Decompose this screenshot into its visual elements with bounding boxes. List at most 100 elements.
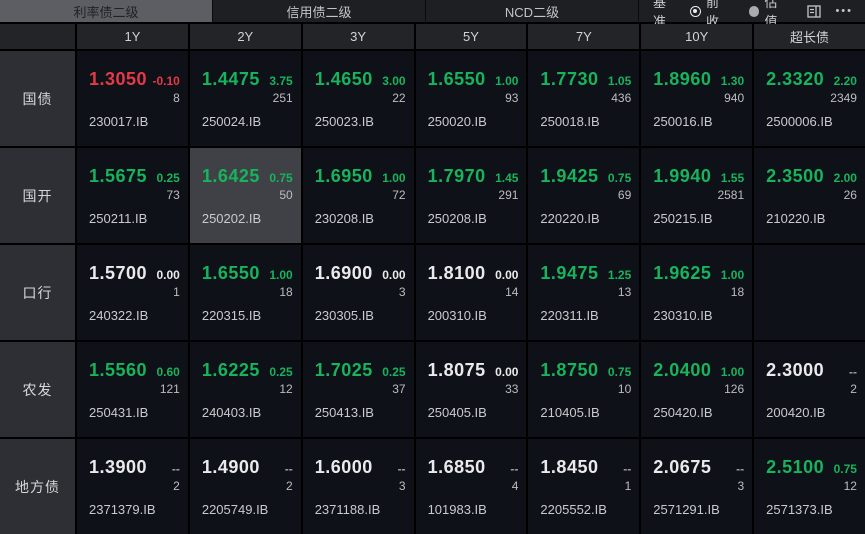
bond-cell-adbc-1y[interactable]: 1.5560 0.60 121 250431.IB xyxy=(77,342,188,437)
volume-value: 121 xyxy=(159,382,180,396)
bond-cell-exim-10y[interactable]: 1.9625 1.00 18 230310.IB xyxy=(641,245,753,340)
column-header-5y: 5Y xyxy=(415,24,527,49)
volume-value: 93 xyxy=(505,91,519,105)
yield-value: 1.6425 xyxy=(201,166,260,186)
volume-value: 33 xyxy=(505,382,519,396)
volume-value: 251 xyxy=(272,91,293,105)
bond-cell-cdb-1y[interactable]: 1.5675 0.25 73 250211.IB xyxy=(77,148,188,243)
bond-code: 240403.IB xyxy=(201,405,262,420)
change-value: -- xyxy=(284,462,293,476)
yield-value: 1.6950 xyxy=(314,166,373,186)
bond-cell-exim-ultra-long[interactable] xyxy=(754,245,865,340)
volume-value: 12 xyxy=(279,382,293,396)
bond-cell-cdb-ultra-long[interactable]: 2.3500 2.00 26 210220.IB xyxy=(754,148,865,243)
yield-value: 1.9940 xyxy=(653,166,712,186)
bond-code: 230310.IB xyxy=(653,308,713,323)
row-label-adbc: 农发 xyxy=(0,342,75,437)
bond-code: 250208.IB xyxy=(427,211,487,226)
yield-value: 2.3500 xyxy=(766,166,825,186)
bond-cell-cdb-10y[interactable]: 1.9940 1.55 2581 250215.IB xyxy=(641,148,753,243)
bond-cell-treasury-2y[interactable]: 1.4475 3.75 251 250024.IB xyxy=(189,51,301,146)
bond-cell-treasury-ultra-long[interactable]: 2.3320 2.20 2349 2500006.IB xyxy=(754,51,865,146)
bond-cell-adbc-5y[interactable]: 1.8075 0.00 33 250405.IB xyxy=(415,342,527,437)
bond-code: 250211.IB xyxy=(89,211,148,226)
bond-cell-cdb-3y[interactable]: 1.6950 1.00 72 230208.IB xyxy=(302,148,414,243)
bond-cell-adbc-3y[interactable]: 1.7025 0.25 37 250413.IB xyxy=(302,342,414,437)
bond-code: 2571373.IB xyxy=(766,502,833,517)
bond-cell-exim-3y[interactable]: 1.6900 0.00 3 230305.IB xyxy=(302,245,414,340)
change-value: 0.00 xyxy=(382,268,406,282)
volume-value: 3 xyxy=(398,479,406,493)
yield-value: 1.6550 xyxy=(427,69,486,89)
yield-value: 1.5675 xyxy=(89,166,148,186)
volume-value: 4 xyxy=(511,479,519,493)
yield-value: 1.7025 xyxy=(314,360,373,380)
radio-valuation-icon xyxy=(748,5,760,17)
bond-code: 2371379.IB xyxy=(89,502,156,517)
volume-value: 126 xyxy=(724,382,745,396)
bond-cell-treasury-10y[interactable]: 1.8960 1.30 940 250016.IB xyxy=(641,51,753,146)
column-header-1y: 1Y xyxy=(77,24,188,49)
bond-cell-exim-1y[interactable]: 1.5700 0.00 1 240322.IB xyxy=(77,245,188,340)
bond-cell-local-gov-5y[interactable]: 1.6850 -- 4 101983.IB xyxy=(415,439,527,534)
bond-cell-treasury-3y[interactable]: 1.4650 3.00 22 250023.IB xyxy=(302,51,414,146)
panel-layout-icon[interactable] xyxy=(807,4,822,18)
change-value: 0.25 xyxy=(382,365,406,379)
yield-value: 1.8075 xyxy=(427,360,486,380)
bond-cell-exim-5y[interactable]: 1.8100 0.00 14 200310.IB xyxy=(415,245,527,340)
change-value: 1.05 xyxy=(607,74,632,88)
bond-cell-local-gov-3y[interactable]: 1.6000 -- 3 2371188.IB xyxy=(302,439,414,534)
benchmark-group: 基准 前收 估值 xyxy=(653,0,807,29)
bond-cell-adbc-10y[interactable]: 2.0400 1.00 126 250420.IB xyxy=(641,342,753,437)
yield-value: 1.4475 xyxy=(201,69,260,89)
bond-cell-local-gov-1y[interactable]: 1.3900 -- 2 2371379.IB xyxy=(77,439,188,534)
change-value: 3.00 xyxy=(382,74,406,88)
bond-cell-local-gov-2y[interactable]: 1.4900 -- 2 2205749.IB xyxy=(189,439,301,534)
bond-cell-cdb-2y[interactable]: 1.6425 0.75 50 250202.IB xyxy=(189,148,301,243)
yield-value: 1.7730 xyxy=(540,69,599,89)
yield-value: 1.5700 xyxy=(89,263,148,283)
bond-cell-cdb-5y[interactable]: 1.7970 1.45 291 250208.IB xyxy=(415,148,527,243)
more-icon[interactable]: ••• xyxy=(835,5,853,17)
bond-cell-treasury-5y[interactable]: 1.6550 1.00 93 250020.IB xyxy=(415,51,527,146)
change-value: 0.25 xyxy=(156,171,180,185)
bond-cell-local-gov-7y[interactable]: 1.8450 -- 1 2205552.IB xyxy=(528,439,640,534)
yield-value: 1.9625 xyxy=(653,263,712,283)
yield-value: 2.3320 xyxy=(766,69,825,89)
bond-cell-treasury-1y[interactable]: 1.3050 -0.10 8 230017.IB xyxy=(77,51,188,146)
volume-value: 73 xyxy=(166,188,180,202)
bond-code: 230208.IB xyxy=(314,211,374,226)
change-value: 1.00 xyxy=(382,171,406,185)
bond-cell-adbc-ultra-long[interactable]: 2.3000 -- 2 200420.IB xyxy=(754,342,865,437)
tab-interest-rate-bond-secondary[interactable]: 利率债二级 xyxy=(0,0,213,22)
volume-value: 2581 xyxy=(717,188,745,202)
bond-cell-exim-7y[interactable]: 1.9475 1.25 13 220311.IB xyxy=(528,245,640,340)
bond-cell-cdb-7y[interactable]: 1.9425 0.75 69 220220.IB xyxy=(528,148,640,243)
tab-credit-bond-secondary[interactable]: 信用债二级 xyxy=(213,0,426,22)
bond-code: 250018.IB xyxy=(540,114,600,129)
bond-cell-exim-2y[interactable]: 1.6550 1.00 18 220315.IB xyxy=(189,245,301,340)
volume-value: 2 xyxy=(173,479,180,493)
change-value: 1.25 xyxy=(607,268,632,282)
tab-ncd-secondary[interactable]: NCD二级 xyxy=(426,0,639,22)
change-value: 0.75 xyxy=(607,171,632,185)
change-value: 0.25 xyxy=(269,365,293,379)
volume-value: 18 xyxy=(279,285,293,299)
change-value: -- xyxy=(397,462,406,476)
bond-cell-adbc-7y[interactable]: 1.8750 0.75 10 210405.IB xyxy=(528,342,640,437)
yield-value: 1.7970 xyxy=(427,166,486,186)
top-tab-bar: 利率债二级 信用债二级 NCD二级 基准 前收 估值 ••• xyxy=(0,0,865,29)
change-value: 2.20 xyxy=(833,74,857,88)
bond-code: 250023.IB xyxy=(314,114,374,129)
bond-cell-adbc-2y[interactable]: 1.6225 0.25 12 240403.IB xyxy=(189,342,301,437)
volume-value: 2349 xyxy=(830,91,857,105)
bond-cell-local-gov-ultra-long[interactable]: 2.5100 0.75 12 2571373.IB xyxy=(754,439,865,534)
volume-value: 1 xyxy=(624,479,632,493)
volume-value: 72 xyxy=(392,188,406,202)
bond-code: 250202.IB xyxy=(201,211,262,226)
bond-code: 220220.IB xyxy=(540,211,600,226)
radio-prev-close-icon xyxy=(690,5,701,17)
row-label-exim: 口行 xyxy=(0,245,75,340)
bond-cell-local-gov-10y[interactable]: 2.0675 -- 3 2571291.IB xyxy=(641,439,753,534)
bond-cell-treasury-7y[interactable]: 1.7730 1.05 436 250018.IB xyxy=(528,51,640,146)
